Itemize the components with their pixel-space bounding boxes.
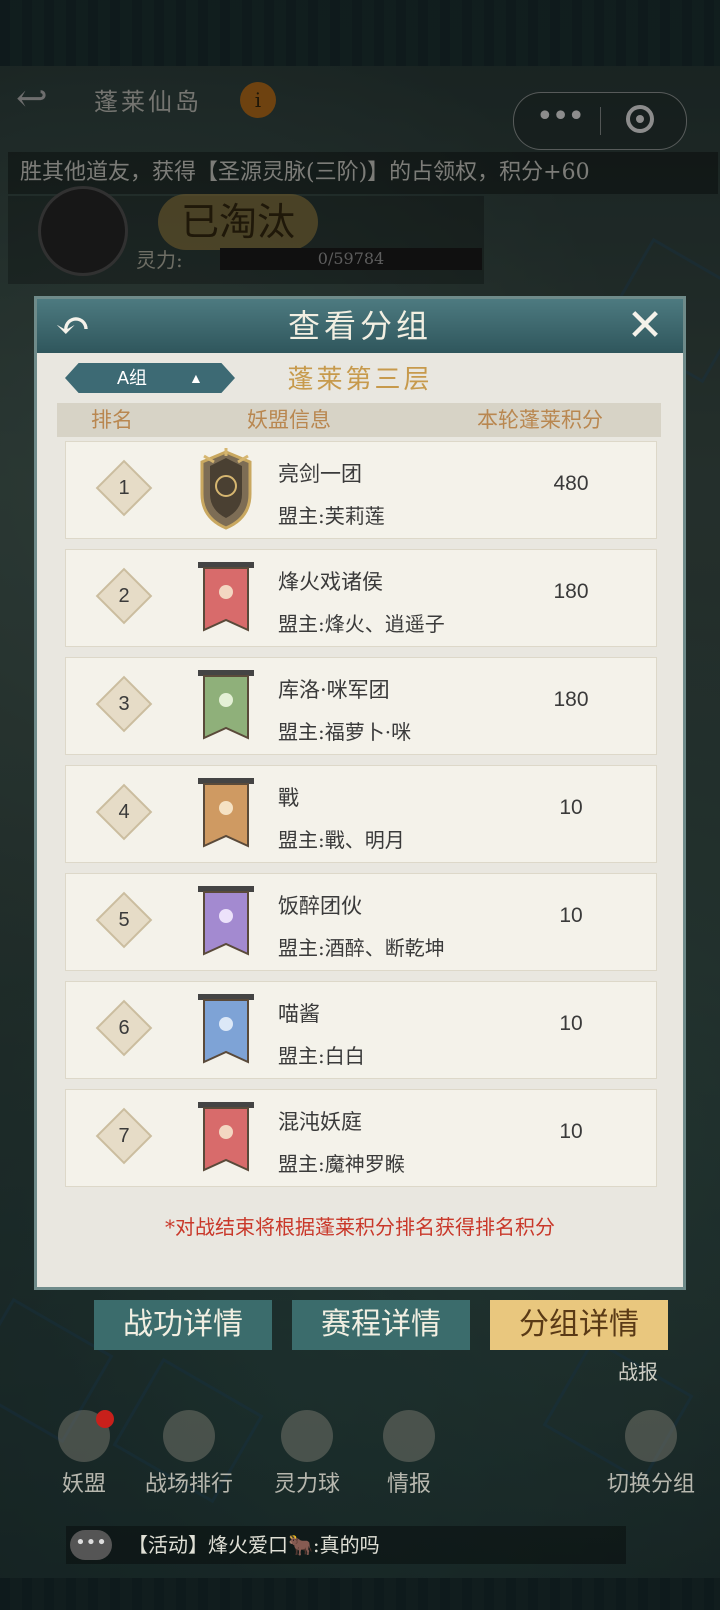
nav-switch-label: 切换分组	[606, 1472, 695, 1497]
col-rank: 排名	[91, 408, 133, 432]
alliance-score: 10	[559, 904, 583, 927]
alliance-score: 180	[553, 688, 589, 711]
group-view-modal: ↶ 查看分组 ✕ A组 ▲ 蓬莱第三层 排名 妖盟信息 本轮蓬莱积分 1 亮剑一…	[34, 296, 686, 1290]
chat-bar[interactable]: ••• 【活动】烽火爱口🐂:真的吗	[66, 1526, 626, 1564]
alliance-leader: 盟主:魔神罗睺	[278, 1152, 405, 1176]
battle-report-link[interactable]: 战报	[618, 1356, 658, 1385]
nav-alliance-label: 妖盟	[61, 1472, 106, 1497]
alliance-score: 10	[559, 1120, 583, 1143]
table-row[interactable]: 3 库洛·咪军团 盟主:福萝卜·咪 180	[65, 657, 657, 755]
modal-close-icon[interactable]: ✕	[617, 301, 673, 351]
shield-emblem-icon	[200, 448, 252, 530]
alliance-name: 烽火戏诸侯	[278, 570, 383, 594]
alliance-leader: 盟主:烽火、逍遥子	[278, 612, 445, 636]
rank-number: 7	[118, 1125, 130, 1147]
alliance-score: 10	[559, 1012, 583, 1035]
alliance-name: 亮剑一团	[278, 462, 362, 486]
table-row[interactable]: 6 喵酱 盟主:白白 10	[65, 981, 657, 1079]
banner-emblem-icon	[198, 994, 254, 1064]
alliance-name: 戰	[278, 786, 299, 810]
chat-bubble-icon[interactable]: •••	[70, 1530, 112, 1560]
table-row[interactable]: 4 戰 盟主:戰、明月 10	[65, 765, 657, 863]
tab-group-details[interactable]: 分组详情	[490, 1300, 668, 1350]
alliance-name: 混沌妖庭	[278, 1110, 362, 1134]
alliance-leader: 盟主:福萝卜·咪	[278, 720, 412, 744]
alliance-score: 10	[559, 796, 583, 819]
nav-switch-group[interactable]: 切换分组	[596, 1410, 706, 1498]
alliance-name: 饭醉团伙	[278, 894, 362, 918]
alliance-name: 库洛·咪军团	[278, 678, 390, 702]
nav-orb-label: 灵力球	[273, 1472, 340, 1497]
table-row[interactable]: 1 亮剑一团 盟主:芙莉莲 480	[65, 441, 657, 539]
chat-message: 【活动】烽火爱口🐂:真的吗	[128, 1533, 380, 1557]
table-row[interactable]: 7 混沌妖庭 盟主:魔神罗睺 10	[65, 1089, 657, 1187]
banner-emblem-icon	[198, 670, 254, 740]
tab-schedule[interactable]: 赛程详情	[292, 1300, 470, 1350]
nav-ranking[interactable]: 战场排行	[134, 1410, 244, 1498]
alliance-leader: 盟主:白白	[278, 1044, 365, 1068]
alliance-name: 喵酱	[278, 1002, 320, 1026]
banner-emblem-icon	[198, 886, 254, 956]
modal-title: 查看分组	[287, 307, 432, 345]
intel-icon	[383, 1410, 435, 1462]
nav-intel[interactable]: 情报	[374, 1410, 444, 1498]
nav-ranking-label: 战场排行	[144, 1472, 233, 1497]
banner-emblem-icon	[198, 778, 254, 848]
layer-title: 蓬莱第三层	[287, 365, 433, 395]
alliance-leader: 盟主:酒醉、断乾坤	[278, 936, 445, 960]
column-header: 排名 妖盟信息 本轮蓬莱积分	[57, 403, 661, 437]
banner-emblem-icon	[198, 1102, 254, 1172]
alliance-score: 180	[553, 580, 589, 603]
rank-number: 1	[118, 477, 130, 499]
rank-number: 6	[118, 1017, 130, 1039]
nav-orb[interactable]: 灵力球	[262, 1410, 352, 1498]
alliance-score: 480	[553, 472, 589, 495]
rank-number: 5	[118, 909, 130, 931]
rank-number: 2	[118, 585, 130, 607]
ranking-icon	[163, 1410, 215, 1462]
table-row[interactable]: 2 烽火戏诸侯 盟主:烽火、逍遥子 180	[65, 549, 657, 647]
orb-icon	[281, 1410, 333, 1462]
nav-intel-label: 情报	[386, 1472, 431, 1497]
table-row[interactable]: 5 饭醉团伙 盟主:酒醉、断乾坤 10	[65, 873, 657, 971]
footnote: *对战结束将根据蓬莱积分排名获得排名积分	[165, 1215, 555, 1239]
switch-icon	[625, 1410, 677, 1462]
modal-header: ↶ 查看分组 ✕	[37, 299, 683, 353]
notification-dot	[96, 1410, 114, 1428]
rank-number: 4	[118, 801, 130, 823]
col-score: 本轮蓬莱积分	[477, 408, 603, 432]
rank-number: 3	[118, 693, 130, 715]
banner-emblem-icon	[198, 562, 254, 632]
alliance-leader: 盟主:芙莉莲	[278, 504, 385, 528]
alliance-leader: 盟主:戰、明月	[278, 828, 405, 852]
tab-battle-merit[interactable]: 战功详情	[94, 1300, 272, 1350]
col-info: 妖盟信息	[247, 408, 331, 432]
